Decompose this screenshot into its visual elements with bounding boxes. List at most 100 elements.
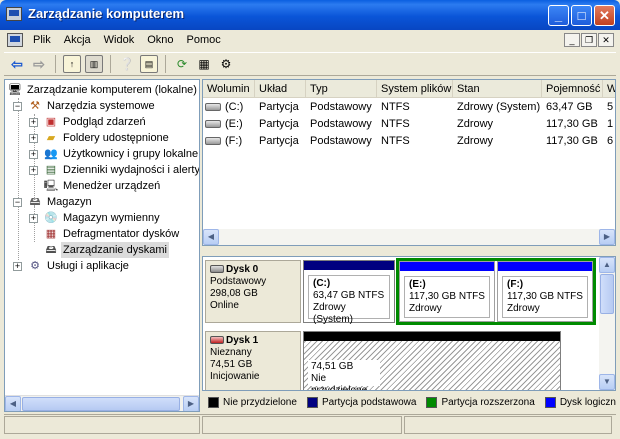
forward-arrow-icon[interactable]: ⇨: [30, 55, 48, 73]
partition-state: Zdrowy: [507, 303, 540, 314]
table-row[interactable]: (F:) Partycja Podstawowy NTFS Zdrowy 117…: [203, 133, 615, 149]
mdi-minimize-button[interactable]: _: [564, 33, 580, 47]
menu-file[interactable]: Plik: [28, 34, 59, 46]
column-header-type[interactable]: Typ: [306, 80, 377, 98]
scroll-down-icon[interactable]: ▼: [599, 374, 615, 390]
menu-bar: Plik Akcja Widok Okno Pomoc _ ❐ ✕: [4, 30, 616, 52]
tree-horizontal-scrollbar[interactable]: ◀ ▶: [5, 395, 199, 411]
cell-status: Zdrowy: [457, 135, 494, 147]
tree-label: Narzędzia systemowe: [47, 100, 155, 112]
collapse-icon[interactable]: −: [13, 198, 22, 207]
settings-icon[interactable]: ⚙: [217, 55, 235, 73]
menu-help[interactable]: Pomoc: [182, 34, 229, 46]
expand-icon[interactable]: +: [29, 166, 38, 175]
expand-icon[interactable]: +: [29, 214, 38, 223]
scroll-up-icon[interactable]: ▲: [599, 257, 615, 273]
tree-item-defragmenter[interactable]: ▦ Defragmentator dysków: [29, 226, 197, 242]
list-horizontal-scrollbar[interactable]: ◀ ▶: [203, 229, 615, 245]
drive-icon: [205, 103, 221, 111]
expand-icon[interactable]: +: [13, 262, 22, 271]
toolbar-separator: [110, 55, 111, 73]
legend-swatch-primary: [306, 396, 318, 408]
tree-item-device-manager[interactable]: 🖳 Menedżer urządzeń: [29, 178, 197, 194]
tree-item-storage[interactable]: − 🖴 Magazyn: [13, 194, 197, 210]
tools-icon: ⚒: [30, 100, 40, 112]
disk-status: Inicjowanie: [210, 371, 260, 382]
tree-item-disk-management[interactable]: 🖴 Zarządzanie dyskami: [29, 242, 197, 258]
table-row[interactable]: (E:) Partycja Podstawowy NTFS Zdrowy 117…: [203, 116, 615, 132]
menu-view[interactable]: Widok: [99, 34, 143, 46]
disk1-info[interactable]: Dysk 1 Nieznany 74,51 GB Inicjowanie: [205, 331, 301, 390]
disk0-info[interactable]: Dysk 0 Podstawowy 298,08 GB Online: [205, 260, 301, 323]
cell-volume: (E:): [225, 118, 243, 130]
table-row[interactable]: (C:) Partycja Podstawowy NTFS Zdrowy (Sy…: [203, 99, 615, 115]
tree-item-services-apps[interactable]: + ⚙ Usługi i aplikacje: [13, 258, 197, 274]
menu-window[interactable]: Okno: [142, 34, 181, 46]
column-header-status[interactable]: Stan: [453, 80, 542, 98]
tree-item-users-groups[interactable]: + 👥 Użytkownicy i grupy lokalne: [29, 146, 198, 162]
scroll-right-icon[interactable]: ▶: [599, 229, 615, 245]
partition-c[interactable]: (C:) 63,47 GB NTFS Zdrowy (System): [303, 260, 395, 325]
refresh-icon[interactable]: ⟳: [173, 55, 191, 73]
back-arrow-icon[interactable]: ⇦: [8, 55, 26, 73]
tree-item-removable-storage[interactable]: + 💿 Magazyn wymienny: [29, 210, 197, 226]
toolbar-separator: [55, 55, 56, 73]
tree-item-perf-logs[interactable]: + ▤ Dzienniki wydajności i alerty: [29, 162, 199, 178]
tree-label: Zarządzanie komputerem (lokalne): [27, 84, 197, 96]
up-level-icon[interactable]: ↑: [63, 55, 81, 73]
column-header-free[interactable]: W: [603, 80, 615, 98]
status-pane: [4, 416, 200, 434]
column-header-filesystem[interactable]: System plików: [377, 80, 453, 98]
expand-icon[interactable]: +: [29, 150, 38, 159]
primary-partition-bar: [304, 261, 394, 270]
cell-free: 5: [607, 101, 614, 113]
unallocated-space[interactable]: 74,51 GB Nie przydzielone: [303, 331, 561, 391]
cell-layout: Partycja: [259, 135, 299, 147]
tree-item-system-tools[interactable]: − ⚒ Narzędzia systemowe: [13, 98, 197, 114]
disk-management-icon: 🖴: [45, 244, 57, 256]
collapse-icon[interactable]: −: [13, 102, 22, 111]
tree-item-shared-folders[interactable]: + ▰ Foldery udostępnione: [29, 130, 197, 146]
column-header-capacity[interactable]: Pojemność: [542, 80, 603, 98]
list-header: Wolumin Układ Typ System plików Stan Poj…: [203, 80, 615, 98]
column-header-layout[interactable]: Układ: [255, 80, 306, 98]
maximize-button[interactable]: □: [571, 5, 592, 26]
status-bar: [4, 414, 616, 434]
unallocated-label: Nie przydzielone: [311, 373, 368, 391]
tree-label: Podgląd zdarzeń: [63, 116, 146, 128]
scroll-thumb[interactable]: [600, 274, 614, 314]
tree-item-event-viewer[interactable]: + ▣ Podgląd zdarzeń: [29, 114, 197, 130]
tree-label: Zarządzanie dyskami: [61, 242, 169, 258]
scroll-left-icon[interactable]: ◀: [203, 229, 219, 245]
mdi-restore-button[interactable]: ❐: [581, 33, 597, 47]
partition-e[interactable]: (E:) 117,30 GB NTFS Zdrowy: [399, 261, 495, 322]
expand-icon[interactable]: +: [29, 134, 38, 143]
disk-view-vertical-scrollbar[interactable]: ▲ ▼: [599, 257, 615, 390]
partition-f[interactable]: (F:) 117,30 GB NTFS Zdrowy: [497, 261, 593, 322]
unallocated-size: 74,51 GB: [311, 361, 354, 372]
console-icon[interactable]: [7, 33, 23, 47]
cell-free: 6: [607, 135, 614, 147]
expand-icon[interactable]: +: [29, 118, 38, 127]
close-button[interactable]: ✕: [594, 5, 615, 26]
export-list-icon[interactable]: ▦: [195, 55, 213, 73]
help-icon[interactable]: ❔: [118, 55, 136, 73]
menu-action[interactable]: Akcja: [59, 34, 99, 46]
disk-type: Nieznany: [210, 347, 252, 358]
tree-label: Usługi i aplikacje: [47, 260, 129, 272]
partition-size: 63,47 GB NTFS: [313, 290, 385, 301]
disk-graphical-view: Dysk 0 Podstawowy 298,08 GB Online (C:) …: [202, 256, 616, 391]
scroll-left-icon[interactable]: ◀: [5, 396, 21, 411]
properties-icon[interactable]: ▤: [140, 55, 158, 73]
tree-item-root[interactable]: 🖥 Zarządzanie komputerem (lokalne): [7, 82, 197, 98]
column-header-volume[interactable]: Wolumin: [203, 80, 255, 98]
cell-capacity: 117,30 GB: [546, 135, 598, 147]
show-hide-tree-icon[interactable]: ▥: [85, 55, 103, 73]
partition-label: (C:): [313, 278, 331, 289]
disk-size: 298,08 GB: [210, 288, 258, 299]
scroll-right-icon[interactable]: ▶: [183, 396, 199, 411]
mdi-close-button[interactable]: ✕: [598, 33, 614, 47]
console-tree: 🖥 Zarządzanie komputerem (lokalne) − ⚒ N…: [4, 79, 200, 412]
minimize-button[interactable]: _: [548, 5, 569, 26]
scroll-thumb[interactable]: [22, 397, 180, 411]
